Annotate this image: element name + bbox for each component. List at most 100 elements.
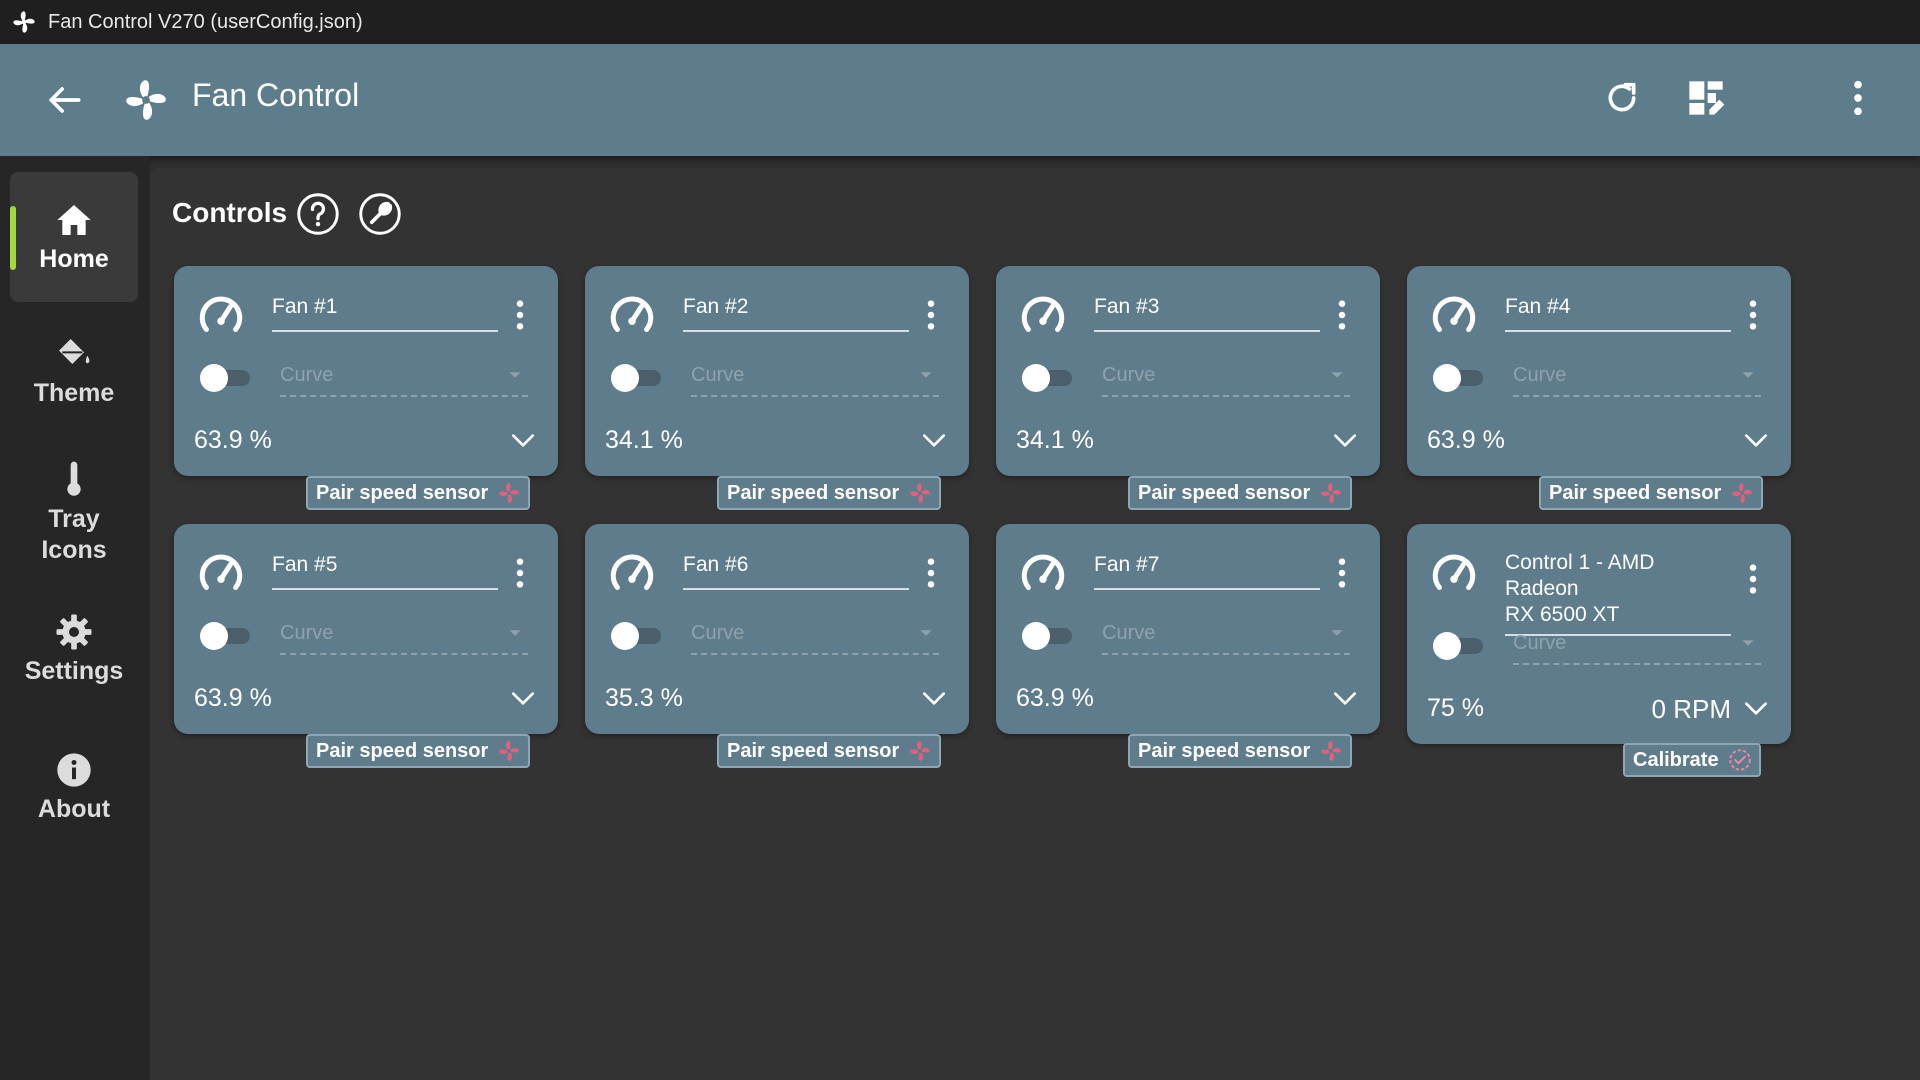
home-icon xyxy=(57,205,91,235)
curve-select[interactable]: Curve xyxy=(691,622,939,655)
sidebar-item-theme[interactable]: Theme xyxy=(10,334,138,409)
fan-control-card: Fan #4 Curve 63.9 % xyxy=(1407,266,1791,476)
fan-name-field[interactable]: Fan #1 xyxy=(272,294,498,332)
fan-icon xyxy=(1321,741,1342,761)
pair-speed-sensor-label: Pair speed sensor xyxy=(1549,481,1722,504)
enable-toggle[interactable] xyxy=(607,360,665,396)
fan-control-card: Fan #2 Curve 34.1 % xyxy=(585,266,969,476)
calibrate-button[interactable]: Calibrate xyxy=(1623,743,1761,777)
fan-percent: 75 % xyxy=(1427,694,1484,722)
curve-select-value: Curve xyxy=(1102,364,1156,386)
pair-speed-sensor-label: Pair speed sensor xyxy=(316,739,489,762)
fan-name-field[interactable]: Fan #4 xyxy=(1505,294,1731,332)
card-menu-icon[interactable] xyxy=(1332,556,1352,590)
caret-down-icon xyxy=(1742,640,1754,646)
enable-toggle[interactable] xyxy=(1018,360,1076,396)
fan-name-line1: Control 1 - AMD Radeon xyxy=(1505,551,1655,600)
curve-select[interactable]: Curve xyxy=(280,364,528,397)
curve-select-value: Curve xyxy=(280,622,334,644)
enable-toggle[interactable] xyxy=(607,618,665,654)
card-menu-icon[interactable] xyxy=(1743,298,1763,332)
chevron-down-icon[interactable] xyxy=(1332,430,1358,452)
chevron-down-icon[interactable] xyxy=(921,430,947,452)
fan-name-field[interactable]: Fan #5 xyxy=(272,552,498,590)
fan-percent: 35.3 % xyxy=(605,684,683,712)
sidebar-item-settings[interactable]: Settings xyxy=(10,612,138,687)
sidebar-item-label: About xyxy=(37,795,111,823)
pair-speed-sensor-label: Pair speed sensor xyxy=(727,739,900,762)
card-menu-icon[interactable] xyxy=(1743,562,1763,596)
enable-toggle[interactable] xyxy=(1429,628,1487,664)
wrench-icon[interactable] xyxy=(358,192,402,236)
chevron-down-icon[interactable] xyxy=(510,688,536,710)
fan-icon xyxy=(499,483,520,503)
enable-toggle[interactable] xyxy=(1429,360,1487,396)
chevron-down-icon[interactable] xyxy=(1743,698,1769,720)
sidebar-item-about[interactable]: About xyxy=(10,750,138,825)
fan-name-field[interactable]: Fan #3 xyxy=(1094,294,1320,332)
calibrate-check-icon xyxy=(1728,749,1751,771)
chevron-down-icon[interactable] xyxy=(1743,430,1769,452)
speedometer-icon xyxy=(610,554,654,590)
gpu-control-card: Control 1 - AMD Radeon RX 6500 XT Curve … xyxy=(1407,524,1791,744)
chevron-down-icon[interactable] xyxy=(1332,688,1358,710)
fan-control-card: Fan #6 Curve 35.3 % xyxy=(585,524,969,734)
curve-select[interactable]: Curve xyxy=(1102,364,1350,397)
fan-percent: 63.9 % xyxy=(1427,426,1505,454)
fan-name-field[interactable]: Control 1 - AMD Radeon RX 6500 XT xyxy=(1505,550,1731,636)
help-icon[interactable] xyxy=(296,192,340,236)
app-title: Fan Control xyxy=(192,77,360,113)
enable-toggle[interactable] xyxy=(196,360,254,396)
fan-percent: 63.9 % xyxy=(194,684,272,712)
active-indicator xyxy=(10,206,16,270)
caret-down-icon xyxy=(1742,372,1754,378)
more-options-icon[interactable] xyxy=(1844,78,1872,118)
curve-select-value: Curve xyxy=(280,364,334,386)
pair-speed-sensor-button[interactable]: Pair speed sensor xyxy=(1128,734,1353,768)
pair-speed-sensor-label: Pair speed sensor xyxy=(1138,481,1311,504)
card-menu-icon[interactable] xyxy=(1332,298,1352,332)
fan-icon xyxy=(910,483,931,503)
curve-select[interactable]: Curve xyxy=(1513,364,1761,397)
sidebar-item-home[interactable]: Home xyxy=(10,172,138,302)
info-icon xyxy=(57,753,91,787)
chevron-down-icon[interactable] xyxy=(510,430,536,452)
enable-toggle[interactable] xyxy=(1018,618,1076,654)
gear-icon xyxy=(56,614,92,650)
pair-speed-sensor-button[interactable]: Pair speed sensor xyxy=(306,734,531,768)
fan-name-field[interactable]: Fan #7 xyxy=(1094,552,1320,590)
pair-speed-sensor-button[interactable]: Pair speed sensor xyxy=(1539,476,1764,510)
sidebar-item-label-line1: Tray xyxy=(48,505,100,533)
curve-select[interactable]: Curve xyxy=(1102,622,1350,655)
pair-speed-sensor-button[interactable]: Pair speed sensor xyxy=(717,734,942,768)
pair-speed-sensor-label: Pair speed sensor xyxy=(316,481,489,504)
pair-speed-sensor-button[interactable]: Pair speed sensor xyxy=(1128,476,1353,510)
curve-select[interactable]: Curve xyxy=(280,622,528,655)
fan-control-card: Fan #1 Curve 63.9 % xyxy=(174,266,558,476)
card-menu-icon[interactable] xyxy=(510,556,530,590)
fan-control-card: Fan #3 Curve 34.1 % xyxy=(996,266,1380,476)
pair-speed-sensor-button[interactable]: Pair speed sensor xyxy=(717,476,942,510)
refresh-icon[interactable] xyxy=(1602,78,1642,118)
card-menu-icon[interactable] xyxy=(921,556,941,590)
sidebar-item-tray-icons[interactable]: Tray Icons xyxy=(10,460,138,566)
fan-name-field[interactable]: Fan #6 xyxy=(683,552,909,590)
enable-toggle[interactable] xyxy=(196,618,254,654)
fan-control-card: Fan #5 Curve 63.9 % xyxy=(174,524,558,734)
app-bar: Fan Control xyxy=(0,44,1920,156)
curve-select[interactable]: Curve xyxy=(691,364,939,397)
card-menu-icon[interactable] xyxy=(921,298,941,332)
card-menu-icon[interactable] xyxy=(510,298,530,332)
fan-name-field[interactable]: Fan #2 xyxy=(683,294,909,332)
dashboard-edit-icon[interactable] xyxy=(1686,78,1726,118)
caret-down-icon xyxy=(1331,630,1343,636)
sidebar-item-label-line2: Icons xyxy=(41,536,107,564)
speedometer-icon xyxy=(199,296,243,332)
curve-select[interactable]: Curve xyxy=(1513,632,1761,665)
pair-speed-sensor-button[interactable]: Pair speed sensor xyxy=(306,476,531,510)
chevron-down-icon[interactable] xyxy=(921,688,947,710)
back-arrow-icon[interactable] xyxy=(42,78,86,122)
curve-select-value: Curve xyxy=(1513,632,1567,654)
fan-percent: 34.1 % xyxy=(1016,426,1094,454)
caret-down-icon xyxy=(509,372,521,378)
